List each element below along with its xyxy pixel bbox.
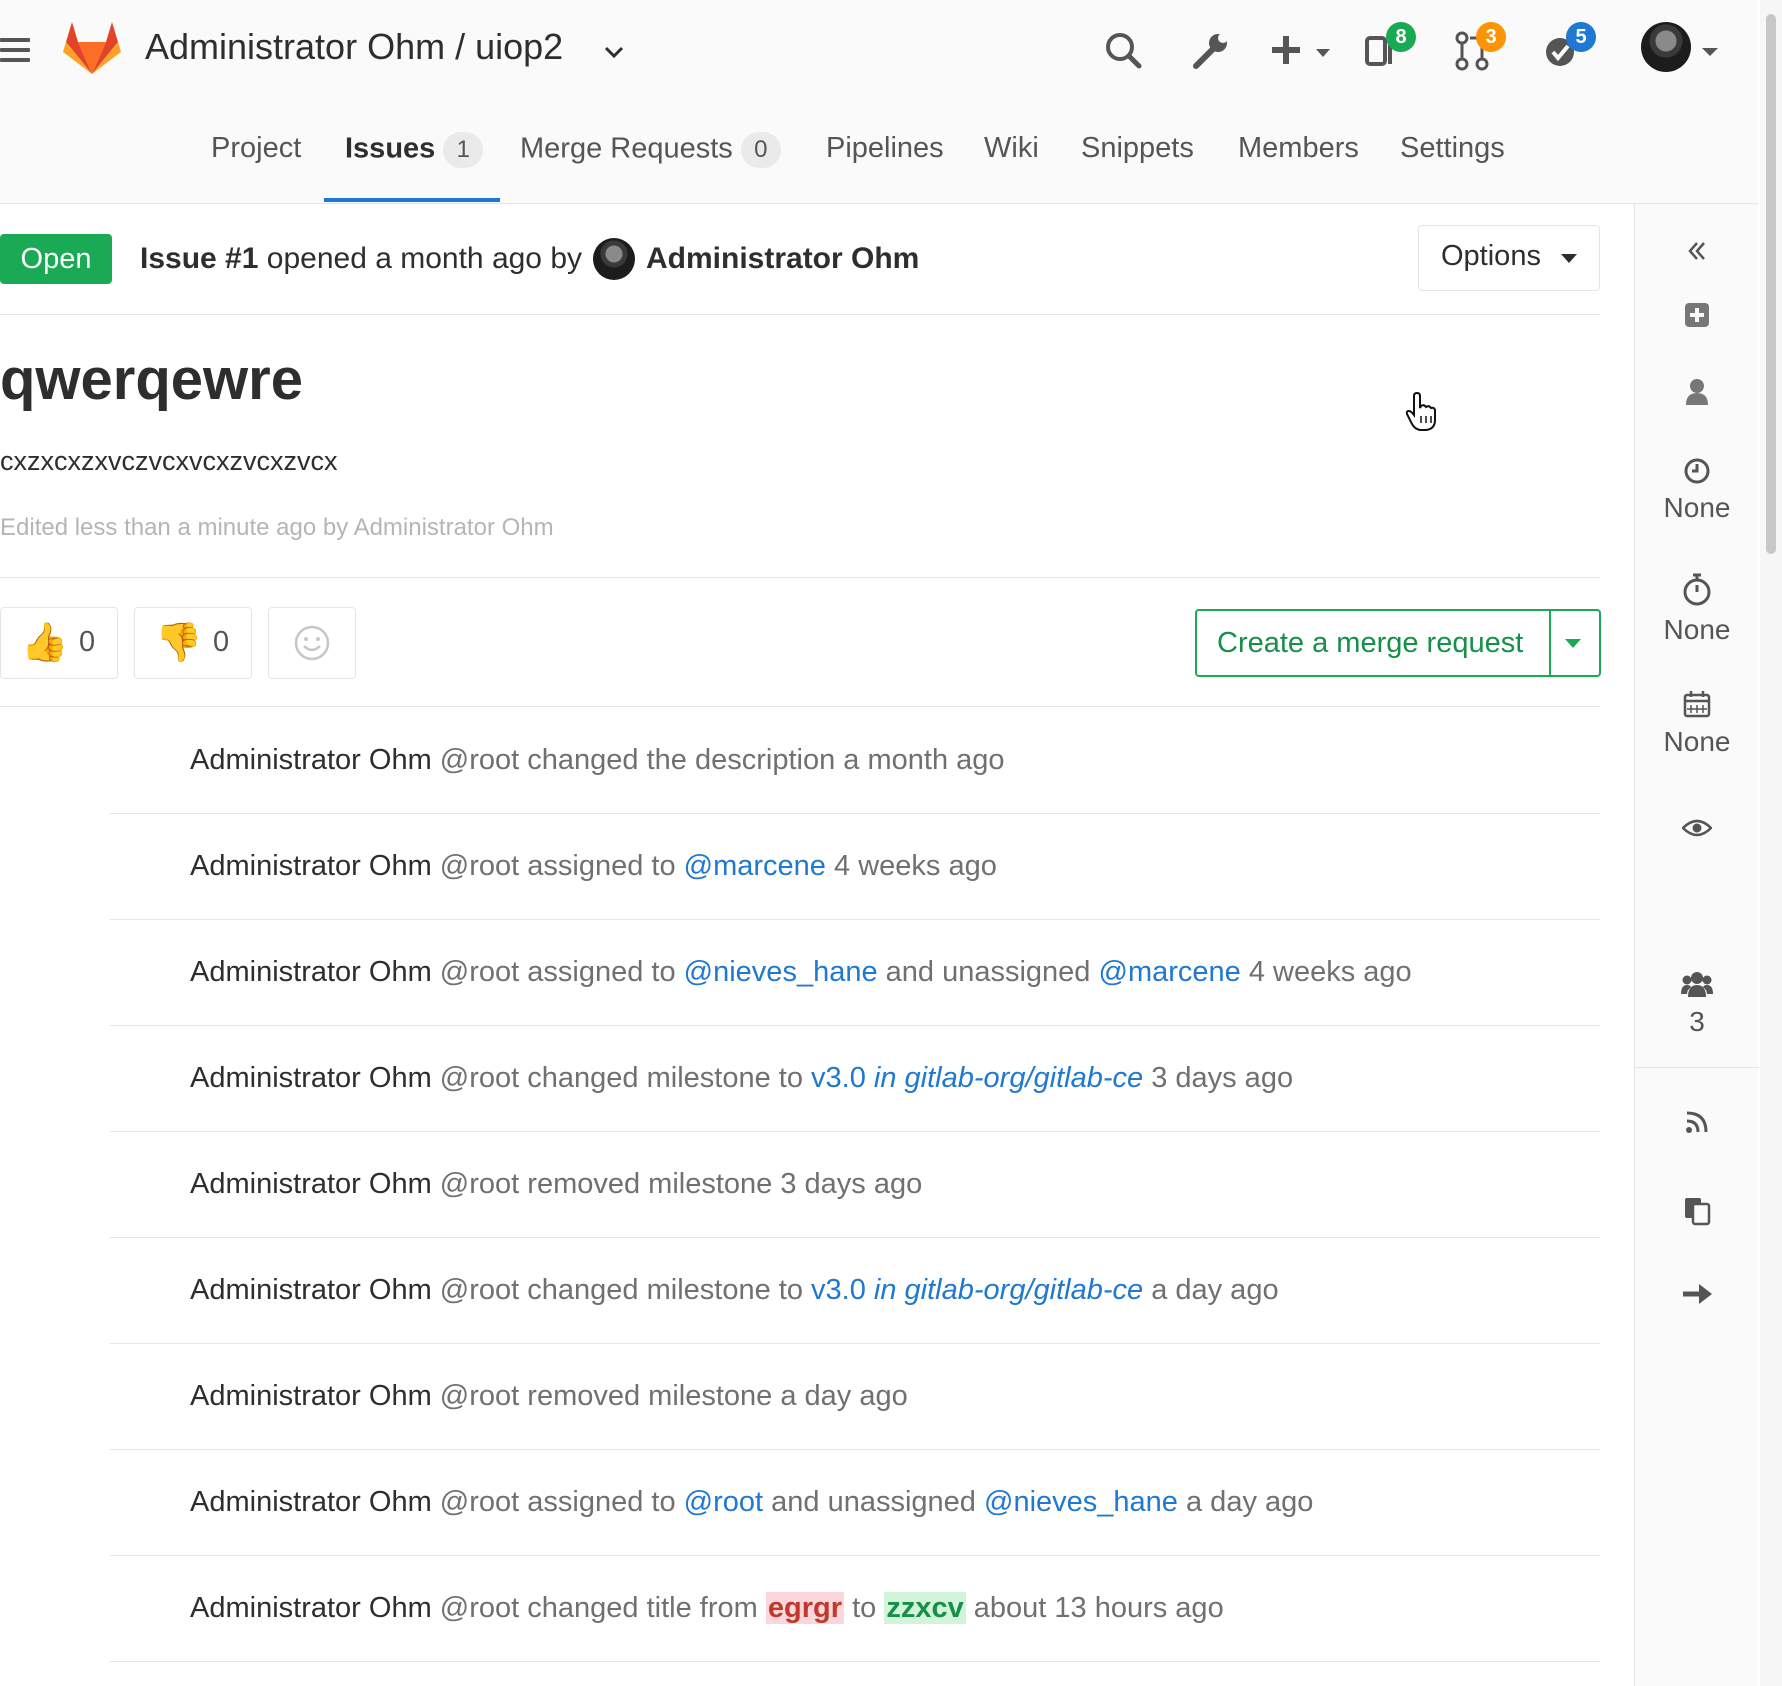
merge-request-dropdown-caret-icon[interactable]	[1565, 639, 1581, 648]
sidebar-rss[interactable]	[1635, 1110, 1759, 1134]
users-icon	[1681, 972, 1713, 997]
divider	[0, 314, 1600, 315]
collapse-icon	[1688, 242, 1705, 260]
issue-title: qwerqewre	[0, 347, 303, 412]
merge-requests-tab-count: 0	[740, 132, 781, 168]
rss-icon	[1686, 1111, 1708, 1133]
create-merge-request-button[interactable]: Create a merge request	[1195, 609, 1601, 677]
clock-icon	[1684, 458, 1710, 484]
merge-requests-count-badge: 3	[1476, 22, 1506, 52]
divider	[0, 577, 1600, 578]
user-link[interactable]: @marcene	[1099, 956, 1241, 988]
issue-description: cxzxcxzxvczvcxvcxzvcxzvcx	[0, 446, 338, 476]
tab-project[interactable]: Project	[211, 132, 301, 165]
assignee-icon	[1686, 379, 1708, 405]
edited-note: Edited less than a minute ago by Adminis…	[0, 514, 554, 541]
issue-author-link[interactable]: Administrator Ohm	[646, 242, 919, 276]
options-dropdown-button[interactable]: Options	[1418, 225, 1600, 291]
issues-count-badge: 8	[1386, 22, 1416, 52]
todos-icon[interactable]: 5	[1544, 22, 1596, 74]
tab-pipelines[interactable]: Pipelines	[826, 132, 944, 165]
smiley-icon	[294, 625, 330, 661]
list-item: Administrator Ohm @root assigned to @nie…	[110, 920, 1600, 1026]
tab-merge-requests[interactable]: Merge Requests 0	[520, 132, 781, 168]
tab-settings[interactable]: Settings	[1400, 132, 1505, 165]
project-title[interactable]: Administrator Ohm / uiop2	[145, 26, 563, 68]
issues-tab-count: 1	[443, 132, 484, 168]
issue-meta: Issue #1 opened a month ago by	[140, 242, 583, 275]
plus-dropdown-icon[interactable]	[1270, 28, 1340, 74]
move-icon	[1683, 1284, 1712, 1304]
caret-down-icon[interactable]	[1700, 28, 1720, 74]
issue-sidebar: None None None 3	[1634, 204, 1759, 1686]
top-header: Administrator Ohm / uiop2 8 3 5	[0, 0, 1758, 100]
list-item: Administrator Ohm @root assigned to @roo…	[110, 1450, 1600, 1556]
user-link[interactable]: @nieves_hane	[684, 956, 878, 988]
list-item: Administrator Ohm @root changed mileston…	[110, 1026, 1600, 1132]
sidebar-copy-reference[interactable]	[1635, 1196, 1759, 1226]
sidebar-time-spent[interactable]: None	[1635, 572, 1759, 646]
calendar-icon	[1683, 691, 1711, 718]
eye-icon	[1682, 819, 1712, 837]
tab-snippets[interactable]: Snippets	[1081, 132, 1194, 165]
sidebar-move-issue[interactable]	[1635, 1282, 1759, 1306]
hand-cursor-icon	[1405, 392, 1436, 431]
sidebar-collapse-button[interactable]	[1635, 240, 1759, 262]
stopwatch-icon	[1683, 573, 1711, 606]
list-item: Administrator Ohm @root changed title fr…	[110, 1556, 1600, 1662]
list-item: Administrator Ohm @root assigned to @mar…	[110, 814, 1600, 920]
gitlab-logo-icon[interactable]	[62, 20, 122, 76]
user-link[interactable]: @marcene	[684, 850, 826, 882]
user-link[interactable]: @root	[684, 1486, 763, 1518]
issues-icon[interactable]: 8	[1364, 22, 1416, 74]
caret-down-icon	[1561, 254, 1577, 263]
hamburger-menu-icon[interactable]	[0, 38, 30, 68]
thumbs-up-award-button[interactable]: 👍 0	[0, 607, 118, 679]
milestone-link[interactable]: v3.0 in gitlab-org/gitlab-ce	[811, 1062, 1143, 1094]
tab-wiki[interactable]: Wiki	[984, 132, 1039, 165]
list-item: Administrator Ohm @root removed mileston…	[110, 1344, 1600, 1450]
sidebar-participants[interactable]: 3	[1635, 970, 1759, 1038]
thumbs-up-icon: 👍	[21, 622, 69, 664]
sidebar-add-todo[interactable]	[1635, 302, 1759, 328]
list-item: Administrator Ohm @root changed mileston…	[110, 1238, 1600, 1344]
chevron-down-icon[interactable]	[602, 40, 626, 64]
thumbs-down-icon: 👎	[155, 622, 203, 664]
milestone-link[interactable]: v3.0 in gitlab-org/gitlab-ce	[811, 1274, 1143, 1306]
user-avatar[interactable]	[1641, 22, 1691, 72]
sidebar-due-date[interactable]: None	[1635, 690, 1759, 758]
old-title-diff: egrgr	[765, 1592, 844, 1624]
wrench-icon[interactable]	[1190, 28, 1230, 74]
sidebar-assignee[interactable]	[1635, 378, 1759, 406]
new-title-diff: zzxcv	[884, 1592, 966, 1624]
add-todo-icon	[1685, 303, 1709, 327]
divider	[0, 706, 1600, 707]
search-icon[interactable]	[1104, 28, 1144, 74]
user-link[interactable]: @nieves_hane	[984, 1486, 1178, 1518]
active-tab-indicator	[324, 198, 500, 202]
merge-request-icon[interactable]: 3	[1454, 22, 1506, 74]
copy-icon	[1685, 1198, 1711, 1226]
thumbs-down-award-button[interactable]: 👎 0	[134, 607, 252, 679]
list-item: Administrator Ohm @root removed mileston…	[110, 1132, 1600, 1238]
status-badge: Open	[0, 234, 112, 284]
todos-count-badge: 5	[1566, 22, 1596, 52]
divider	[1635, 1067, 1759, 1068]
sidebar-time-estimate[interactable]: None	[1635, 458, 1759, 524]
scrollbar[interactable]	[1760, 0, 1782, 1686]
sidebar-notifications[interactable]	[1635, 818, 1759, 838]
list-item: Administrator Ohm @root changed the desc…	[110, 708, 1600, 814]
scrollbar-thumb[interactable]	[1766, 14, 1776, 554]
add-emoji-button[interactable]	[268, 607, 356, 679]
author-avatar[interactable]	[593, 238, 635, 280]
tab-issues[interactable]: Issues 1	[345, 132, 484, 168]
tab-members[interactable]: Members	[1238, 132, 1359, 165]
project-nav: Project Issues 1 Merge Requests 0 Pipeline…	[0, 100, 1758, 204]
